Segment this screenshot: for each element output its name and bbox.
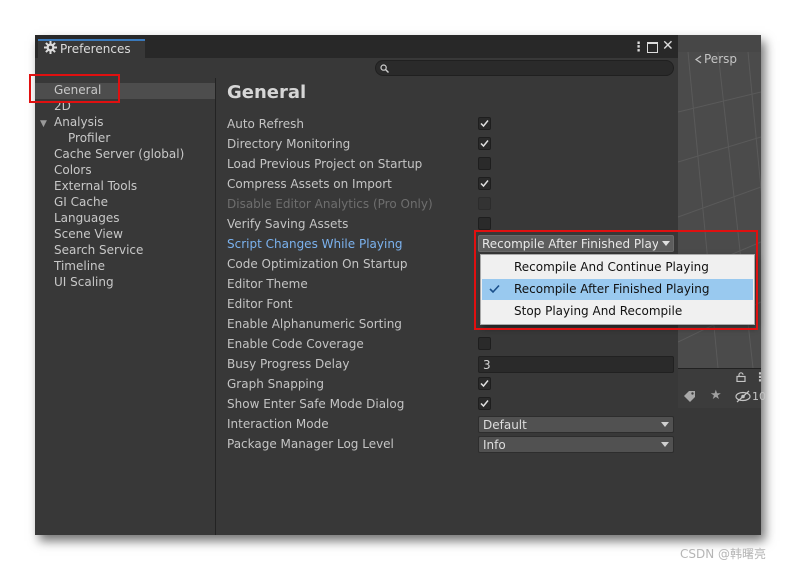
graph-snapping-checkbox[interactable] [478, 377, 491, 390]
pref-label: Script Changes While Playing [227, 237, 403, 251]
fold-arrow-icon[interactable]: ▼ [40, 119, 47, 129]
verify-saving-assets-checkbox[interactable] [478, 217, 491, 230]
sidebar-item-colors[interactable]: Colors [54, 163, 92, 177]
hierarchy-panel [678, 408, 761, 535]
pref-label: Code Optimization On Startup [227, 257, 408, 271]
pref-label: Compress Assets on Import [227, 177, 392, 191]
star-icon[interactable]: ★ [710, 389, 722, 403]
sidebar-item-cache-server[interactable]: Cache Server (global) [54, 147, 184, 161]
pref-label: Directory Monitoring [227, 137, 351, 151]
auto-refresh-checkbox[interactable] [478, 117, 491, 130]
highlight-box-general [29, 74, 120, 103]
pref-label: Package Manager Log Level [227, 437, 394, 451]
lock-icon[interactable] [736, 372, 746, 382]
pref-label: Busy Progress Delay [227, 357, 350, 371]
persp-arrow-icon [694, 55, 702, 64]
pref-label: Load Previous Project on Startup [227, 157, 423, 171]
sidebar-item-timeline[interactable]: Timeline [54, 259, 105, 273]
pref-label: Verify Saving Assets [227, 217, 349, 231]
chevron-down-icon [661, 422, 669, 427]
maximize-icon[interactable] [647, 42, 658, 53]
dropdown-value: Info [483, 438, 506, 452]
safe-mode-dialog-checkbox[interactable] [478, 397, 491, 410]
gear-icon [44, 41, 57, 54]
hierarchy-menu-icon[interactable]: ⋮ [754, 371, 766, 383]
sidebar-item-profiler[interactable]: Profiler [68, 131, 110, 145]
checkmark-icon [480, 400, 489, 408]
search-icon [380, 64, 389, 73]
sidebar-item-external-tools[interactable]: External Tools [54, 179, 137, 193]
compress-assets-checkbox[interactable] [478, 177, 491, 190]
pref-label: Disable Editor Analytics (Pro Only) [227, 197, 433, 211]
highlight-box-dropdown [474, 230, 758, 330]
interaction-mode-dropdown[interactable]: Default [478, 416, 674, 433]
busy-delay-field[interactable]: 3 [478, 356, 674, 373]
checkmark-icon [480, 140, 489, 148]
hierarchy-header [678, 368, 761, 387]
pref-label: Editor Theme [227, 277, 308, 291]
pref-label: Graph Snapping [227, 377, 324, 391]
log-level-dropdown[interactable]: Info [478, 436, 674, 453]
page-title: General [227, 82, 307, 103]
sidebar-item-scene-view[interactable]: Scene View [54, 227, 123, 241]
disable-analytics-checkbox [478, 197, 491, 210]
dropdown-value: Default [483, 418, 527, 432]
pref-label: Enable Code Coverage [227, 337, 364, 351]
pref-label: Editor Font [227, 297, 293, 311]
code-coverage-checkbox[interactable] [478, 337, 491, 350]
hidden-count: 10 [752, 390, 766, 403]
pref-label: Enable Alphanumeric Sorting [227, 317, 402, 331]
sidebar-item-languages[interactable]: Languages [54, 211, 119, 225]
checkmark-icon [480, 380, 489, 388]
busy-delay-value: 3 [483, 358, 491, 372]
sidebar-item-search-service[interactable]: Search Service [54, 243, 143, 257]
sidebar-item-gi-cache[interactable]: GI Cache [54, 195, 108, 209]
pref-label: Show Enter Safe Mode Dialog [227, 397, 405, 411]
tag-icon[interactable] [683, 390, 696, 403]
directory-monitoring-checkbox[interactable] [478, 137, 491, 150]
pref-label: Interaction Mode [227, 417, 329, 431]
search-input[interactable] [375, 60, 674, 76]
checkmark-icon [480, 180, 489, 188]
sidebar-item-analysis[interactable]: Analysis [54, 115, 103, 129]
watermark: CSDN @韩曙亮 [680, 547, 767, 561]
close-icon[interactable]: ✕ [662, 38, 674, 54]
scene-persp-label[interactable]: Persp [704, 52, 737, 66]
tab-title: Preferences [60, 42, 131, 56]
load-previous-project-checkbox[interactable] [478, 157, 491, 170]
checkmark-icon [480, 120, 489, 128]
chevron-down-icon [661, 442, 669, 447]
hidden-eye-icon[interactable] [735, 390, 751, 403]
more-dots-icon[interactable]: ⋮ [632, 40, 645, 55]
pref-label: Auto Refresh [227, 117, 304, 131]
sidebar-item-ui-scaling[interactable]: UI Scaling [54, 275, 114, 289]
